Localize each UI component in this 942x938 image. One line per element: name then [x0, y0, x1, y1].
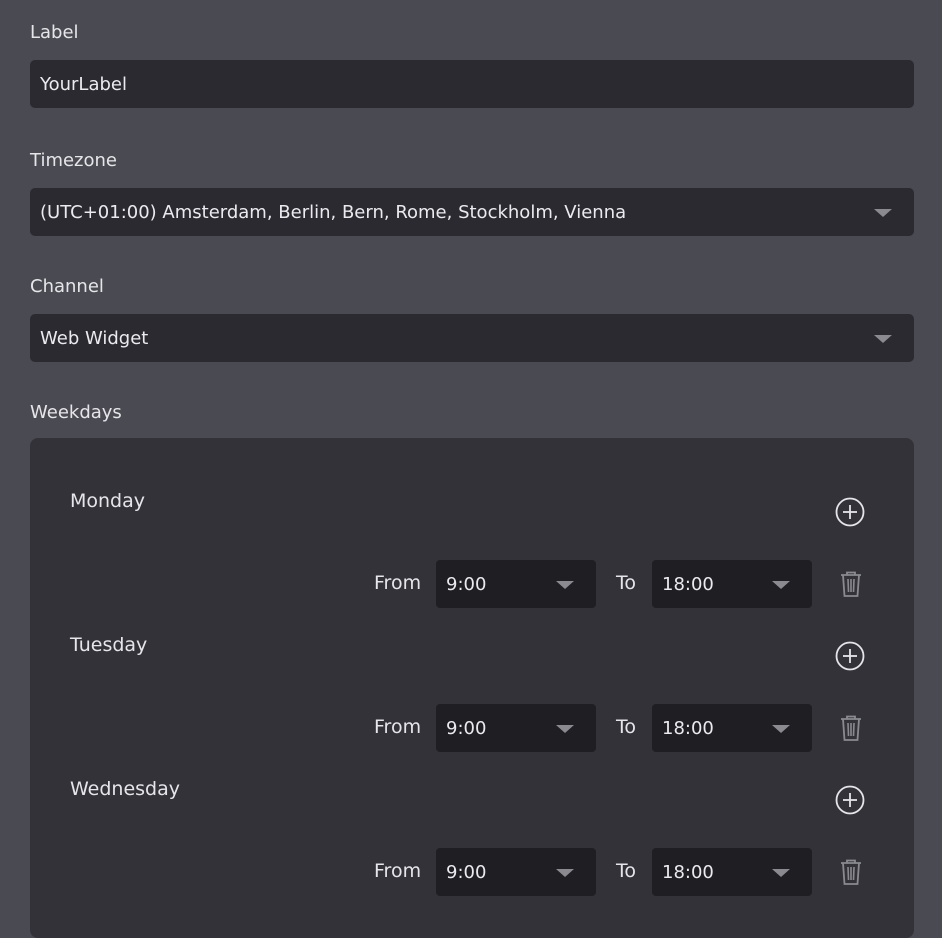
to-label: To — [616, 572, 637, 594]
chevron-down-icon — [556, 581, 574, 589]
to-label: To — [616, 716, 637, 738]
channel-field-label: Channel — [30, 276, 104, 297]
to-time-value: 18:00 — [662, 573, 714, 595]
add-time-range-button-tuesday[interactable] — [835, 641, 865, 671]
chevron-down-icon — [772, 869, 790, 877]
label-field-label: Label — [30, 22, 79, 43]
from-label: From — [374, 572, 422, 594]
to-time-value: 18:00 — [662, 861, 714, 883]
to-time-value: 18:00 — [662, 717, 714, 739]
from-label: From — [374, 860, 422, 882]
plus-circle-icon — [835, 497, 865, 527]
from-time-value: 9:00 — [446, 717, 487, 739]
timezone-select[interactable]: (UTC+01:00) Amsterdam, Berlin, Bern, Rom… — [30, 188, 914, 236]
plus-circle-icon — [835, 785, 865, 815]
chevron-down-icon — [874, 335, 892, 343]
delete-time-range-button-tuesday[interactable] — [838, 714, 864, 742]
delete-time-range-button-monday[interactable] — [838, 570, 864, 598]
plus-circle-icon — [835, 641, 865, 671]
from-time-select-tuesday[interactable]: 9:00 — [436, 704, 596, 752]
day-label-monday: Monday — [70, 490, 146, 512]
from-time-value: 9:00 — [446, 861, 487, 883]
delete-time-range-button-wednesday[interactable] — [838, 858, 864, 886]
from-label: From — [374, 716, 422, 738]
to-label: To — [616, 860, 637, 882]
chevron-down-icon — [556, 725, 574, 733]
channel-select-value: Web Widget — [40, 327, 149, 349]
add-time-range-button-wednesday[interactable] — [835, 785, 865, 815]
chevron-down-icon — [556, 869, 574, 877]
chevron-down-icon — [874, 209, 892, 217]
trash-icon — [841, 571, 861, 597]
add-time-range-button-monday[interactable] — [835, 497, 865, 527]
weekdays-label: Weekdays — [30, 402, 122, 423]
trash-icon — [841, 859, 861, 885]
to-time-select-tuesday[interactable]: 18:00 — [652, 704, 812, 752]
to-time-select-wednesday[interactable]: 18:00 — [652, 848, 812, 896]
day-label-tuesday: Tuesday — [70, 634, 148, 656]
from-time-select-monday[interactable]: 9:00 — [436, 560, 596, 608]
day-label-wednesday: Wednesday — [70, 778, 181, 800]
from-time-select-wednesday[interactable]: 9:00 — [436, 848, 596, 896]
trash-icon — [841, 715, 861, 741]
to-time-select-monday[interactable]: 18:00 — [652, 560, 812, 608]
label-input[interactable]: YourLabel — [30, 60, 914, 108]
chevron-down-icon — [772, 581, 790, 589]
from-time-value: 9:00 — [446, 573, 487, 595]
label-input-value: YourLabel — [40, 73, 127, 95]
chevron-down-icon — [772, 725, 790, 733]
timezone-select-value: (UTC+01:00) Amsterdam, Berlin, Bern, Rom… — [40, 201, 627, 223]
weekdays-panel: Monday From 9:00 To 18:00 Tuesday From 9… — [30, 438, 914, 938]
timezone-field-label: Timezone — [30, 150, 117, 171]
channel-select[interactable]: Web Widget — [30, 314, 914, 362]
